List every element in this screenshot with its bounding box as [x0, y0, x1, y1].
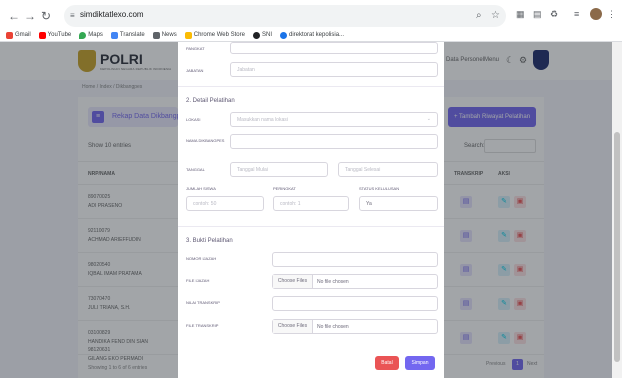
peringkat-label: PERINGKAT [273, 186, 296, 191]
peringkat-input[interactable]: contoh: 1 [273, 196, 349, 211]
section-divider [178, 226, 444, 227]
site-info-icon[interactable]: ≡ [70, 11, 80, 21]
bookmark-chrome-web-store[interactable]: Chrome Web Store [184, 31, 245, 39]
file-ijazah-label: FILE IJAZAH [186, 278, 210, 283]
bookmark-label: direktorat kepolisia... [289, 32, 345, 38]
nilai-transkrip-label: NILAI TRANSKRIP [186, 300, 220, 305]
lokasi-placeholder: Masukkan nama lokasi [237, 117, 288, 123]
bookmark-label: YouTube [47, 32, 72, 38]
section-divider [178, 86, 444, 87]
tanggal-label: TANGGAL [186, 167, 205, 172]
browser-toolbar: ← → ↻ ≡ simdiktatlexo.com ⌕ ☆ ▦ ▤ ♻ ≡ ⋮ … [0, 0, 622, 42]
forward-icon[interactable]: → [22, 8, 38, 24]
bookmark-label: Translate [119, 32, 145, 38]
jumlah-siswa-placeholder: contoh: 50 [193, 201, 217, 207]
globe-icon [252, 31, 260, 39]
simpan-button[interactable]: Simpan [405, 356, 435, 370]
bookmark-translate[interactable]: Translate [110, 31, 145, 39]
extensions-puzzle-icon[interactable]: ♻ [550, 9, 558, 20]
jabatan-label: JABATAN [186, 68, 204, 73]
bookmark-sni[interactable]: SNI [252, 31, 272, 39]
url-text: simdiktatlexo.com [80, 10, 144, 19]
file-transkrip-input[interactable]: Choose Files No file chosen [272, 319, 438, 334]
pangkat-input[interactable] [230, 42, 438, 54]
lokasi-label: LOKASI [186, 117, 201, 122]
maps-icon [79, 31, 87, 39]
bookmarks-bar: Gmail YouTube Maps Translate News Chrome… [0, 28, 622, 42]
bookmark-label: News [161, 32, 177, 38]
status-kelulusan-select[interactable]: Ya [359, 196, 438, 211]
chevron-down-icon: ⌄ [426, 116, 431, 122]
file-transkrip-label: FILE TRANSKRIP [186, 323, 219, 328]
tanggal-mulai-placeholder: Tanggal Mulai [237, 167, 268, 173]
no-file-text: No file chosen [317, 324, 349, 330]
tanggal-selesai-placeholder: Tanggal Selesai [345, 167, 381, 173]
scrollbar-thumb[interactable] [614, 132, 620, 362]
reading-list-icon[interactable]: ▤ [533, 9, 542, 20]
bookmark-label: Gmail [15, 32, 31, 38]
page-scrollbar[interactable] [612, 42, 622, 378]
news-icon [152, 31, 160, 39]
tab-search-icon[interactable]: ≡ [574, 9, 579, 19]
status-kelulusan-value: Ya [366, 201, 372, 207]
bookmark-direktorat[interactable]: direktorat kepolisia... [280, 31, 345, 39]
gmail-icon [6, 31, 13, 39]
address-bar[interactable]: ≡ simdiktatlexo.com ⌕ ☆ [64, 5, 506, 27]
bookmark-maps[interactable]: Maps [79, 31, 103, 39]
status-kelulusan-label: STATUS KELULUSAN [359, 186, 400, 191]
bookmark-youtube[interactable]: YouTube [38, 31, 72, 39]
jumlah-siswa-input[interactable]: contoh: 50 [186, 196, 264, 211]
bookmark-label: Maps [88, 32, 103, 38]
riwayat-pelatihan-modal: PANGKAT JABATAN Jabatan 2. Detail Pelati… [178, 42, 444, 378]
tanggal-selesai-input[interactable]: Tanggal Selesai [338, 162, 438, 177]
web-store-icon [184, 31, 192, 39]
back-icon[interactable]: ← [6, 8, 22, 24]
lokasi-select[interactable]: Masukkan nama lokasi ⌄ [230, 112, 438, 127]
translate-icon [110, 31, 118, 39]
file-ijazah-input[interactable]: Choose Files No file chosen [272, 274, 438, 289]
choose-files-button[interactable]: Choose Files [273, 275, 313, 288]
jumlah-siswa-label: JUMLAH SISWA [186, 186, 216, 191]
profile-avatar[interactable] [590, 8, 602, 20]
bookmark-news[interactable]: News [152, 31, 177, 39]
jabatan-placeholder: Jabatan [237, 67, 255, 73]
peringkat-placeholder: contoh: 1 [280, 201, 301, 207]
jabatan-input[interactable]: Jabatan [230, 62, 438, 77]
nama-dikbangpes-label: NAMA DIKBANGPES [186, 138, 225, 143]
pangkat-label: PANGKAT [186, 46, 205, 51]
extension-icon[interactable]: ▦ [516, 9, 525, 20]
page-content: POLRI KEPOLISIAN NEGARA REPUBLIK INDONES… [0, 42, 612, 378]
nomor-ijazah-label: NOMOR IJAZAH [186, 256, 217, 261]
bookmark-label: SNI [261, 32, 272, 38]
bookmark-star-icon[interactable]: ☆ [491, 10, 500, 21]
bookmark-gmail[interactable]: Gmail [6, 31, 31, 39]
section-bukti-pelatihan: 3. Bukti Pelatihan [186, 238, 233, 244]
batal-button[interactable]: Batal [375, 356, 399, 370]
nama-dikbangpes-input[interactable] [230, 134, 438, 149]
section-detail-pelatihan: 2. Detail Pelatihan [186, 98, 235, 104]
globe-icon [280, 31, 287, 39]
menu-kebab-icon[interactable]: ⋮ [607, 9, 616, 20]
zoom-icon[interactable]: ⌕ [476, 10, 482, 21]
bookmark-label: Chrome Web Store [193, 32, 245, 38]
no-file-text: No file chosen [317, 279, 349, 285]
tanggal-mulai-input[interactable]: Tanggal Mulai [230, 162, 328, 177]
youtube-icon [38, 31, 46, 39]
nilai-transkrip-input[interactable] [272, 296, 438, 311]
nomor-ijazah-input[interactable] [272, 252, 438, 267]
choose-files-button[interactable]: Choose Files [273, 320, 313, 333]
reload-icon[interactable]: ↻ [38, 8, 54, 24]
